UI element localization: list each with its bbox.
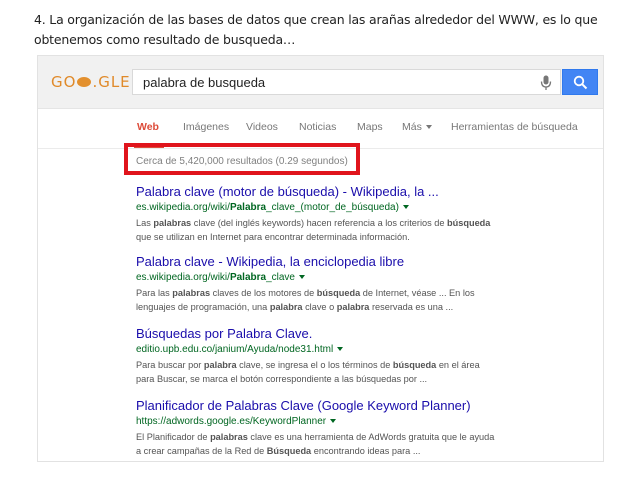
google-logo[interactable]: GO .GLE — [51, 73, 131, 91]
snippet-text: El Planificador de — [136, 432, 211, 442]
url-part: es.wikipedia.org/wiki/ — [136, 272, 230, 283]
tab-images[interactable]: Imágenes — [183, 121, 229, 133]
snippet-keyword: palabra — [269, 302, 303, 312]
tab-videos[interactable]: Videos — [246, 121, 278, 133]
snippet-keyword: Búsqueda — [266, 446, 312, 456]
url-bold-part: Palabra — [229, 272, 267, 283]
snippet-keyword: palabras — [172, 288, 211, 298]
snippet-text: a crear campañas de la Red de — [136, 446, 267, 456]
caption-line-1: 4. La organización de las bases de datos… — [34, 12, 598, 27]
caption-line-2: obtenemos como resultado de busqueda… — [34, 32, 296, 47]
result-title-link[interactable]: Palabra clave - Wikipedia, la encicloped… — [136, 254, 576, 270]
snippet-text: en el área — [436, 360, 480, 370]
snippet-text: Para las — [136, 288, 173, 298]
dropdown-arrow-icon[interactable] — [402, 205, 409, 210]
search-result: Planificador de Palabras Clave (Google K… — [136, 398, 576, 458]
url-bold-part: Palabra — [229, 202, 267, 213]
snippet-text: clave o — [302, 302, 337, 312]
snippet-text: clave es una herramienta de AdWords grat… — [247, 432, 495, 442]
url-part: es.wikipedia.org/wiki/ — [136, 202, 230, 213]
top-bar: GO .GLE palabra de busqueda — [38, 56, 603, 109]
result-url[interactable]: editio.upb.edu.co/janium/Ayuda/node31.ht… — [136, 343, 576, 357]
result-title-link[interactable]: Planificador de Palabras Clave (Google K… — [136, 398, 576, 414]
snippet-text: que se utilizan en Internet para encontr… — [136, 232, 410, 242]
snippet-keyword: palabra — [203, 360, 237, 370]
logo-text-start: GO — [51, 73, 77, 91]
snippet-text: lenguajes de programación, una — [136, 302, 270, 312]
search-result: Búsquedas por Palabra Clave. editio.upb.… — [136, 326, 576, 386]
caption: 4. La organización de las bases de datos… — [34, 10, 624, 50]
snippet-text: clave (del inglés keywords) hacen refere… — [191, 218, 448, 228]
snippet-keyword: búsqueda — [447, 218, 491, 228]
chevron-down-icon — [425, 125, 432, 130]
tab-more[interactable]: Más — [402, 121, 432, 133]
dropdown-arrow-icon[interactable] — [330, 419, 337, 424]
snippet-text: Para buscar por — [136, 360, 204, 370]
snippet-text: encontrando ideas para ... — [311, 446, 421, 456]
snippet-text: clave, se ingresa el o los términos de — [236, 360, 393, 370]
url-part: _clave_(motor_de_búsqueda) — [266, 202, 399, 213]
tab-more-label: Más — [402, 121, 422, 133]
result-url[interactable]: https://adwords.google.es/KeywordPlanner — [136, 415, 576, 429]
snippet-text: reservada es una ... — [369, 302, 454, 312]
dropdown-arrow-icon[interactable] — [337, 347, 344, 352]
result-title-link[interactable]: Palabra clave (motor de búsqueda) - Wiki… — [136, 184, 576, 200]
search-input[interactable]: palabra de busqueda — [132, 69, 561, 95]
result-title-link[interactable]: Búsquedas por Palabra Clave. — [136, 326, 576, 342]
snippet-text: para Buscar, se marca el botón correspon… — [136, 374, 428, 384]
result-url[interactable]: es.wikipedia.org/wiki/Palabra_clave_(mot… — [136, 201, 576, 215]
result-snippet: Para buscar por palabra clave, se ingres… — [136, 358, 576, 386]
url-part: _clave — [266, 272, 295, 283]
snippet-keyword: palabra — [336, 302, 370, 312]
result-snippet: El Planificador de palabras clave es una… — [136, 430, 576, 458]
search-result: Palabra clave - Wikipedia, la encicloped… — [136, 254, 576, 314]
search-result: Palabra clave (motor de búsqueda) - Wiki… — [136, 184, 576, 244]
tab-search-tools[interactable]: Herramientas de búsqueda — [451, 121, 578, 133]
microphone-icon[interactable] — [540, 75, 552, 91]
tab-news[interactable]: Noticias — [299, 121, 336, 133]
search-query[interactable]: palabra de busqueda — [143, 75, 265, 90]
snippet-keyword: búsqueda — [316, 288, 361, 298]
result-url[interactable]: es.wikipedia.org/wiki/Palabra_clave — [136, 271, 576, 285]
url-part: https://adwords.google.es/KeywordPlanner — [136, 416, 327, 427]
tab-web[interactable]: Web — [137, 121, 159, 133]
search-icon — [573, 75, 588, 90]
snippet-keyword: palabras — [153, 218, 192, 228]
snippet-keyword: palabras — [210, 432, 248, 442]
logo-doodle-icon — [77, 76, 92, 87]
result-snippet: Las palabras clave (del inglés keywords)… — [136, 216, 576, 244]
snippet-text: claves de los motores de — [210, 288, 317, 298]
url-part: editio.upb.edu.co/janium/Ayuda/node31.ht… — [136, 344, 334, 355]
result-snippet: Para las palabras claves de los motores … — [136, 286, 576, 314]
red-highlight-box — [124, 143, 360, 175]
snippet-text: de Internet, véase ... En los — [360, 288, 475, 298]
search-results-screenshot: GO .GLE palabra de busqueda Web Imágenes … — [37, 55, 604, 462]
snippet-text: Las — [136, 218, 154, 228]
snippet-keyword: búsqueda — [392, 360, 437, 370]
dropdown-arrow-icon[interactable] — [298, 275, 305, 280]
tab-maps[interactable]: Maps — [357, 121, 383, 133]
search-button[interactable] — [562, 69, 598, 95]
logo-text-end: .GLE — [92, 73, 131, 91]
